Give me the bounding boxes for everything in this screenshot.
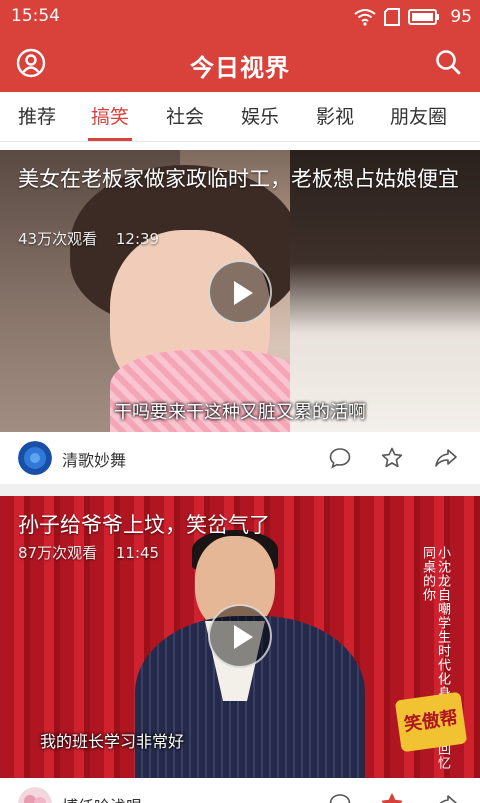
card-divider: [0, 484, 480, 496]
play-button[interactable]: [208, 604, 272, 668]
battery-percentage: 95: [450, 7, 472, 27]
tab-entertainment[interactable]: 娱乐: [241, 102, 279, 129]
tab-film-tv[interactable]: 影视: [316, 102, 354, 129]
share-icon[interactable]: [434, 792, 458, 803]
author-name[interactable]: 博仟吟浅唱: [62, 793, 142, 803]
sim-card-icon: [384, 8, 401, 26]
video-meta: 87万次观看 11:45: [18, 542, 173, 563]
star-icon[interactable]: [380, 792, 404, 803]
tab-moments[interactable]: 朋友圈: [390, 102, 447, 129]
star-icon[interactable]: [380, 446, 404, 470]
author-name[interactable]: 清歌妙舞: [62, 447, 126, 471]
wifi-icon: [354, 9, 376, 26]
tab-society[interactable]: 社会: [166, 102, 204, 129]
view-count: 43万次观看: [18, 230, 98, 248]
avatar[interactable]: [18, 787, 52, 803]
comment-icon[interactable]: [328, 446, 352, 470]
video-duration: 12:39: [115, 230, 160, 248]
top-bar: 15:54 95 今日视界: [0, 0, 480, 92]
play-button[interactable]: [208, 260, 272, 324]
feed-card: 美女在老板家做家政临时工，老板想占姑娘便宜 43万次观看 12:39 干吗要来干…: [0, 150, 480, 496]
status-indicators: 95: [354, 6, 472, 28]
video-title[interactable]: 美女在老板家做家政临时工，老板想占姑娘便宜: [18, 164, 462, 194]
show-logo: 笑傲帮: [394, 691, 468, 753]
tab-recommend[interactable]: 推荐: [18, 102, 56, 129]
comment-icon[interactable]: [328, 792, 352, 803]
video-thumbnail[interactable]: 小沈龙自嘲学生时代化身高晓松回忆同桌的你 笑傲帮 孙子给爷爷上坟，笑岔气了 87…: [0, 496, 480, 778]
tab-funny[interactable]: 搞笑: [91, 102, 129, 129]
battery-icon: [408, 9, 440, 25]
play-icon: [234, 281, 253, 305]
play-icon: [234, 625, 253, 649]
status-time: 15:54: [11, 6, 60, 26]
video-duration: 11:45: [115, 544, 160, 562]
card-footer: 清歌妙舞: [0, 432, 480, 484]
active-tab-indicator: [88, 138, 132, 141]
feed-card: 小沈龙自嘲学生时代化身高晓松回忆同桌的你 笑傲帮 孙子给爷爷上坟，笑岔气了 87…: [0, 496, 480, 803]
video-caption: 干吗要来干这种又脏又累的活啊: [114, 402, 366, 423]
card-footer: 博仟吟浅唱: [0, 778, 480, 803]
share-icon[interactable]: [434, 446, 458, 470]
app-header: 今日视界: [0, 34, 480, 92]
category-tabs: 推荐 搞笑 社会 娱乐 影视 朋友圈: [0, 92, 480, 142]
status-bar: 15:54 95: [0, 0, 480, 34]
video-meta: 43万次观看 12:39: [18, 228, 173, 249]
video-thumbnail[interactable]: 美女在老板家做家政临时工，老板想占姑娘便宜 43万次观看 12:39 干吗要来干…: [0, 150, 480, 432]
video-caption: 我的班长学习非常好: [40, 732, 185, 751]
app-title: 今日视界: [190, 54, 290, 82]
video-title[interactable]: 孙子给爷爷上坟，笑岔气了: [18, 510, 462, 540]
avatar[interactable]: [18, 441, 52, 475]
view-count: 87万次观看: [18, 544, 98, 562]
search-icon[interactable]: [434, 48, 462, 76]
